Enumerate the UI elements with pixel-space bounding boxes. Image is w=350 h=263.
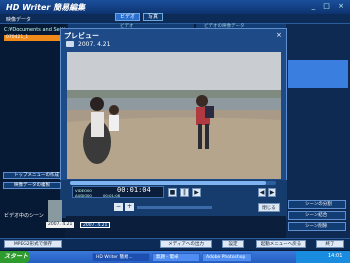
zoom-slider[interactable] [137,206,212,209]
settings-button[interactable]: 設定 [222,240,244,248]
window-controls[interactable]: _ □ × [312,2,347,10]
preview-date: 2007. 4.21 [78,41,111,48]
save-mpeg2-button[interactable]: MPEG2形式で保存 [4,240,62,248]
split-scene-button[interactable]: シーンの分割 [288,200,346,209]
scene-thumbnails: 2007. 4.21 2007. 4.21 [46,200,286,232]
media-tabs: ビデオ 写真 [115,13,164,21]
clock: 14:01 [328,253,343,259]
stop-icon[interactable]: ■ [168,188,177,197]
play-icon[interactable]: ▶ [192,188,201,197]
tab-photo[interactable]: 写真 [143,13,164,21]
top-menu-button[interactable]: トップメニューの作成 [3,172,61,179]
join-scene-button[interactable]: シーン結合 [288,211,346,220]
start-button[interactable]: スタート [0,251,30,263]
selected-folder[interactable]: 070421_1 [4,35,64,41]
return-menu-button[interactable]: 起動メニューへ戻る [256,240,306,248]
seek-bar-progress [70,181,266,185]
selected-item[interactable] [288,60,348,88]
copy-data-button[interactable]: 映像データの複製 [3,182,61,189]
thumb-date: 2007. 4.21 [46,222,75,228]
left-panel-header: 映像データ [6,17,32,23]
folder-path[interactable]: C:¥Documents and Setti [4,27,65,33]
scene-label: ビデオ中のシーン [4,213,44,219]
exit-button[interactable]: 終了 [316,240,344,248]
zoom-in-icon[interactable]: + [125,203,134,211]
task-calculator[interactable]: 無題 - 電卓 [152,253,200,262]
preview-title: プレビュー [64,32,99,40]
close-button[interactable]: 閉じる [258,203,280,212]
prev-frame-icon[interactable]: ◀ [258,188,266,197]
media-output-button[interactable]: メディアへの出力 [160,240,212,248]
video-frame [67,52,281,179]
thumb-date-selected[interactable]: 2007. 4.21 [80,222,111,228]
task-hdwriter[interactable]: HD Writer 簡易... [92,253,150,262]
pause-icon[interactable]: ‖ [180,188,189,197]
camera-icon [66,41,74,47]
delete-scene-button[interactable]: シーン削除 [288,222,346,231]
app-title: HD Writer 簡易編集 [6,3,86,12]
zoom-out-icon[interactable]: − [114,203,123,211]
tab-video[interactable]: ビデオ [115,13,141,21]
next-frame-icon[interactable]: ▶ [268,188,276,197]
timecode: 00:01:04 [117,186,151,194]
ribbon [0,14,350,24]
dialog-close-icon[interactable]: × [276,31,282,39]
task-photoshop[interactable]: Adobe Photoshop [202,253,252,262]
